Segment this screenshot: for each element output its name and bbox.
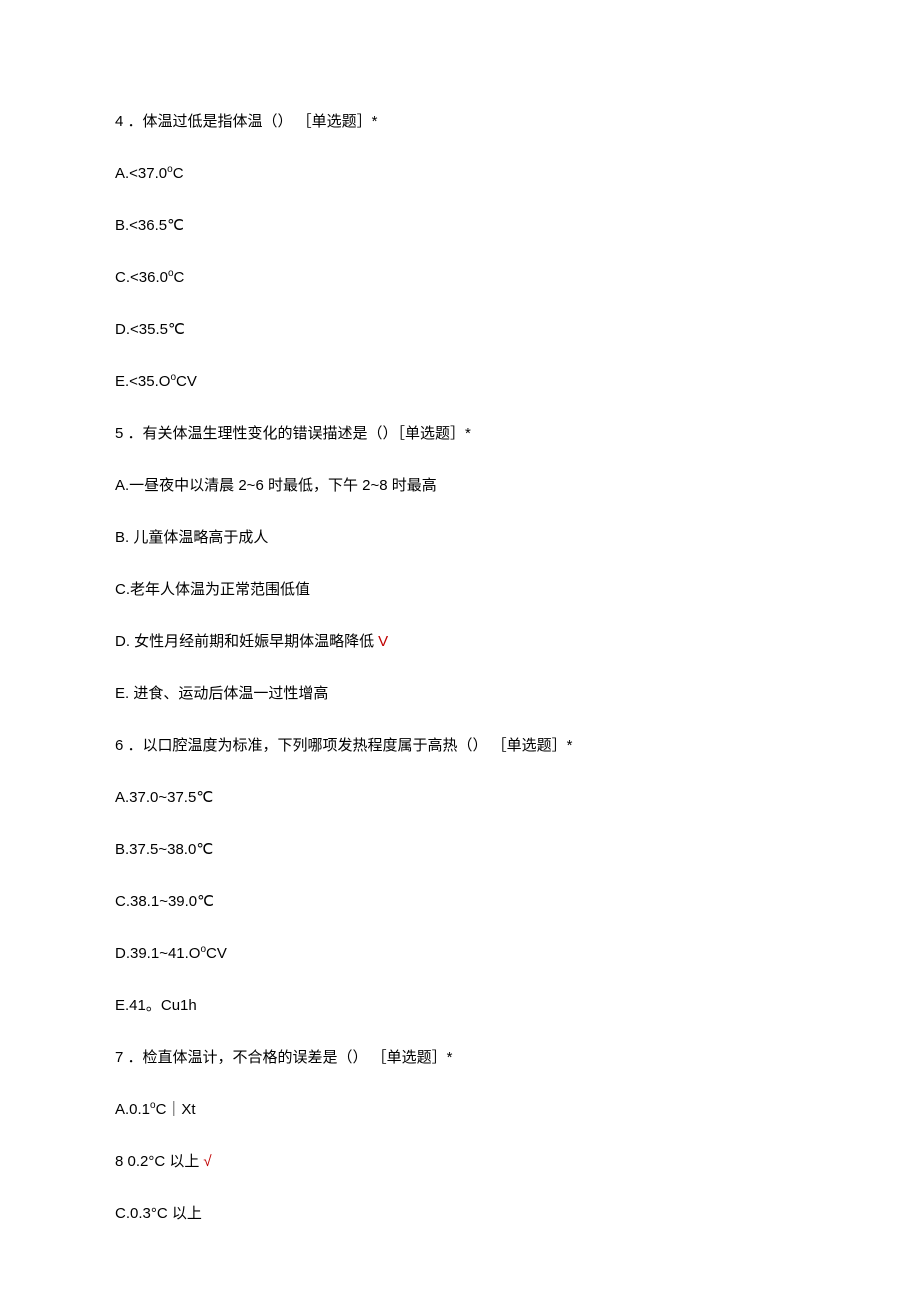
option-suffix: C bbox=[174, 269, 185, 286]
option-text: A.一昼夜中以清晨 2~6 时最低，下午 2~8 时最高 bbox=[115, 477, 437, 494]
option-text: D. 女性月经前期和妊娠早期体温略降低 bbox=[115, 633, 374, 650]
option-item: A.37.0~37.5℃ bbox=[115, 786, 805, 810]
option-suffix: C bbox=[173, 165, 184, 182]
option-text: 8 0.2°C 以上 bbox=[115, 1153, 199, 1170]
option-text: E.41。Cu1h bbox=[115, 997, 197, 1014]
option-item: A.0.1oC｜Xt bbox=[115, 1098, 805, 1122]
option-text: C.老年人体温为正常范围低值 bbox=[115, 581, 310, 598]
option-item: E.<35.OoCV bbox=[115, 370, 805, 394]
option-item: A.<37.0oC bbox=[115, 162, 805, 186]
option-item: C.老年人体温为正常范围低值 bbox=[115, 578, 805, 602]
option-text: C.0.3°C 以上 bbox=[115, 1205, 202, 1222]
option-item: D. 女性月经前期和妊娠早期体温略降低V bbox=[115, 630, 805, 654]
option-suffix: C｜Xt bbox=[156, 1101, 196, 1118]
option-suffix: CV bbox=[206, 945, 227, 962]
question-text: 5 ．有关体温生理性变化的错误描述是（）［单选题］* bbox=[115, 422, 805, 446]
option-item: C.<36.0oC bbox=[115, 266, 805, 290]
option-item: A.一昼夜中以清晨 2~6 时最低，下午 2~8 时最高 bbox=[115, 474, 805, 498]
option-item: B. 儿童体温略高于成人 bbox=[115, 526, 805, 550]
check-mark-icon: V bbox=[378, 633, 388, 650]
option-text: E. 进食、运动后体温一过性增高 bbox=[115, 685, 328, 702]
option-text: B. 儿童体温略高于成人 bbox=[115, 529, 268, 546]
option-text: E.<35.O bbox=[115, 373, 170, 390]
option-item: E.41。Cu1h bbox=[115, 994, 805, 1018]
option-text: A.0.1 bbox=[115, 1101, 150, 1118]
option-text: B.37.5~38.0℃ bbox=[115, 841, 213, 858]
check-mark-icon: √ bbox=[203, 1153, 211, 1170]
question-text: 6 ．以口腔温度为标准，下列哪项发热程度属于高热（） ［单选题］* bbox=[115, 734, 805, 758]
option-suffix: CV bbox=[176, 373, 197, 390]
option-item: 8 0.2°C 以上√ bbox=[115, 1150, 805, 1174]
option-item: D.39.1~41.OoCV bbox=[115, 942, 805, 966]
option-text: C.<36.0 bbox=[115, 269, 168, 286]
option-item: B.37.5~38.0℃ bbox=[115, 838, 805, 862]
option-item: B.<36.5℃ bbox=[115, 214, 805, 238]
question-text: 4 ．体温过低是指体温（） ［单选题］* bbox=[115, 110, 805, 134]
option-item: E. 进食、运动后体温一过性增高 bbox=[115, 682, 805, 706]
option-text: A.<37.0 bbox=[115, 165, 167, 182]
option-text: A.37.0~37.5℃ bbox=[115, 789, 213, 806]
option-text: D.<35.5℃ bbox=[115, 321, 185, 338]
option-text: C.38.1~39.0℃ bbox=[115, 893, 214, 910]
option-item: C.38.1~39.0℃ bbox=[115, 890, 805, 914]
option-item: D.<35.5℃ bbox=[115, 318, 805, 342]
question-text: 7 ．检直体温计，不合格的误差是（） ［单选题］* bbox=[115, 1046, 805, 1070]
option-item: C.0.3°C 以上 bbox=[115, 1202, 805, 1226]
option-text: B.<36.5℃ bbox=[115, 217, 184, 234]
option-text: D.39.1~41.O bbox=[115, 945, 200, 962]
